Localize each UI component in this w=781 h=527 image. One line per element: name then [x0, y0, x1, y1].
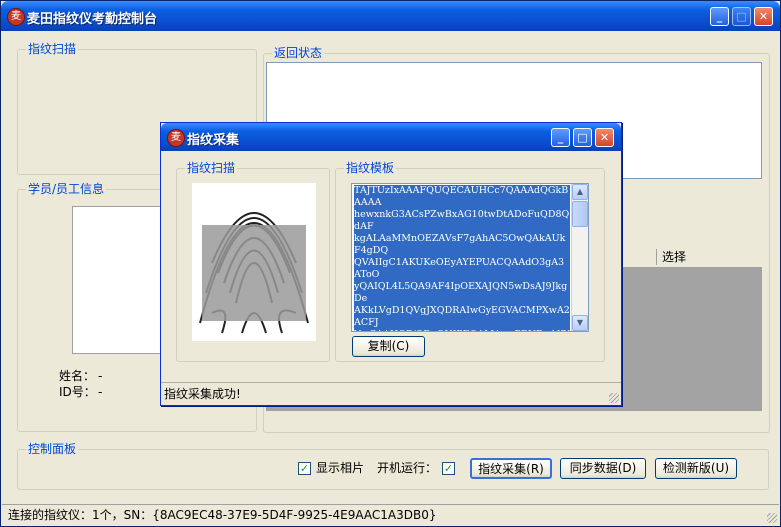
app-logo-icon: 麦: [167, 129, 185, 147]
app-logo-icon: 麦: [7, 8, 25, 26]
close-icon: ✕: [599, 131, 610, 144]
maximize-icon: □: [577, 131, 588, 144]
dialog-titlebar[interactable]: 麦 指纹采集 _ □ ✕: [161, 123, 621, 151]
scroll-down-icon[interactable]: ▼: [572, 315, 588, 331]
startup-checkbox[interactable]: ✓: [442, 462, 455, 475]
fingerprint-scan-label: 指纹扫描: [26, 42, 79, 56]
maximize-button: □: [732, 7, 751, 26]
person-info-label: 学员/员工信息: [26, 182, 107, 196]
dialog-status-text: 指纹采集成功!: [164, 387, 241, 401]
template-line: VwCAAHQP/QDoQUIPEQAMAewPBUDgAKYOBgF2: [354, 329, 570, 331]
id-label: ID号：: [59, 385, 96, 399]
main-status-bar: 连接的指纹仪：1个，SN：{8AC9EC48-37E9-5D4F-9925-4E…: [2, 504, 779, 525]
check-update-button[interactable]: 检测新版(U): [655, 458, 737, 479]
name-value: -: [98, 369, 103, 383]
template-line: kgALAaMMnOEZAVsF7gAhAC5OwQAkAUkF4gDQ: [354, 233, 566, 256]
dialog-close-button[interactable]: ✕: [595, 128, 614, 147]
template-line: TAJTUzIxAAAFQUQECAUHCc7QAAAdQGkBAAAA: [354, 185, 569, 208]
minimize-button[interactable]: _: [710, 7, 729, 26]
template-scrollbar[interactable]: ▲ ▼: [571, 184, 588, 331]
dialog-minimize-button[interactable]: _: [551, 128, 570, 147]
dialog-title: 指纹采集: [187, 133, 240, 148]
dialog-status-bar: 指纹采集成功!: [161, 382, 621, 405]
startup-label: 开机运行：: [377, 461, 438, 475]
sync-data-button[interactable]: 同步数据(D): [560, 458, 646, 479]
id-value: -: [98, 385, 103, 399]
show-photo-checkbox[interactable]: ✓: [298, 462, 311, 475]
main-titlebar[interactable]: 麦 麦田指纹仪考勤控制台 _ □ ✕: [1, 1, 780, 31]
fingerprint-image: [192, 183, 316, 341]
close-button[interactable]: ✕: [754, 7, 773, 26]
photo-box: [72, 206, 162, 354]
template-textbox[interactable]: TAJTUzIxAAAFQUQECAUHCc7QAAAdQGkBAAAA hewx…: [351, 183, 589, 332]
minimize-icon: _: [557, 131, 564, 144]
status-text: 连接的指纹仪：1个，SN：{8AC9EC48-37E9-5D4F-9925-4E…: [8, 508, 437, 522]
copy-button[interactable]: 复制(C): [352, 336, 425, 357]
template-text: TAJTUzIxAAAFQUQECAUHCc7QAAAdQGkBAAAA hewx…: [354, 185, 570, 331]
close-icon: ✕: [758, 10, 769, 23]
scroll-up-icon[interactable]: ▲: [572, 184, 588, 200]
dialog-template-label: 指纹模板: [344, 161, 397, 175]
return-status-label: 返回状态: [272, 46, 325, 60]
template-line: hewxnkG3ACsPZwBxAG10twDtADoFuQD8QdAF: [354, 209, 570, 232]
template-line: QVAIIgC1AKUKeOEyAYEPUACQAAdO3gA3AToO: [354, 257, 565, 280]
resize-grip-icon[interactable]: [767, 513, 777, 523]
resize-grip-icon[interactable]: [609, 393, 619, 403]
maximize-icon: □: [736, 10, 747, 23]
checkmark-icon: ✓: [299, 462, 310, 475]
window-title: 麦田指纹仪考勤控制台: [27, 12, 158, 27]
name-label: 姓名：: [59, 369, 96, 383]
minimize-icon: _: [716, 10, 723, 23]
checkmark-icon: ✓: [443, 462, 454, 475]
control-panel-label: 控制面板: [26, 442, 79, 456]
capture-fingerprint-button[interactable]: 指纹采集(R): [470, 458, 552, 479]
template-line: yQAIQL4L5QA9AF4IpOEXAJQN5wDsAJ9JkgDe: [354, 281, 568, 304]
scroll-thumb[interactable]: [572, 201, 588, 227]
dialog-scan-label: 指纹扫描: [185, 161, 238, 175]
grid-header-select[interactable]: 选择: [662, 250, 686, 264]
show-photo-label: 显示相片: [316, 461, 365, 475]
dialog-maximize-button[interactable]: □: [573, 128, 592, 147]
template-line: AKkLVgD1QVgJXQDRAIwGyEGVACMPXwA2ACFJ: [354, 305, 570, 328]
